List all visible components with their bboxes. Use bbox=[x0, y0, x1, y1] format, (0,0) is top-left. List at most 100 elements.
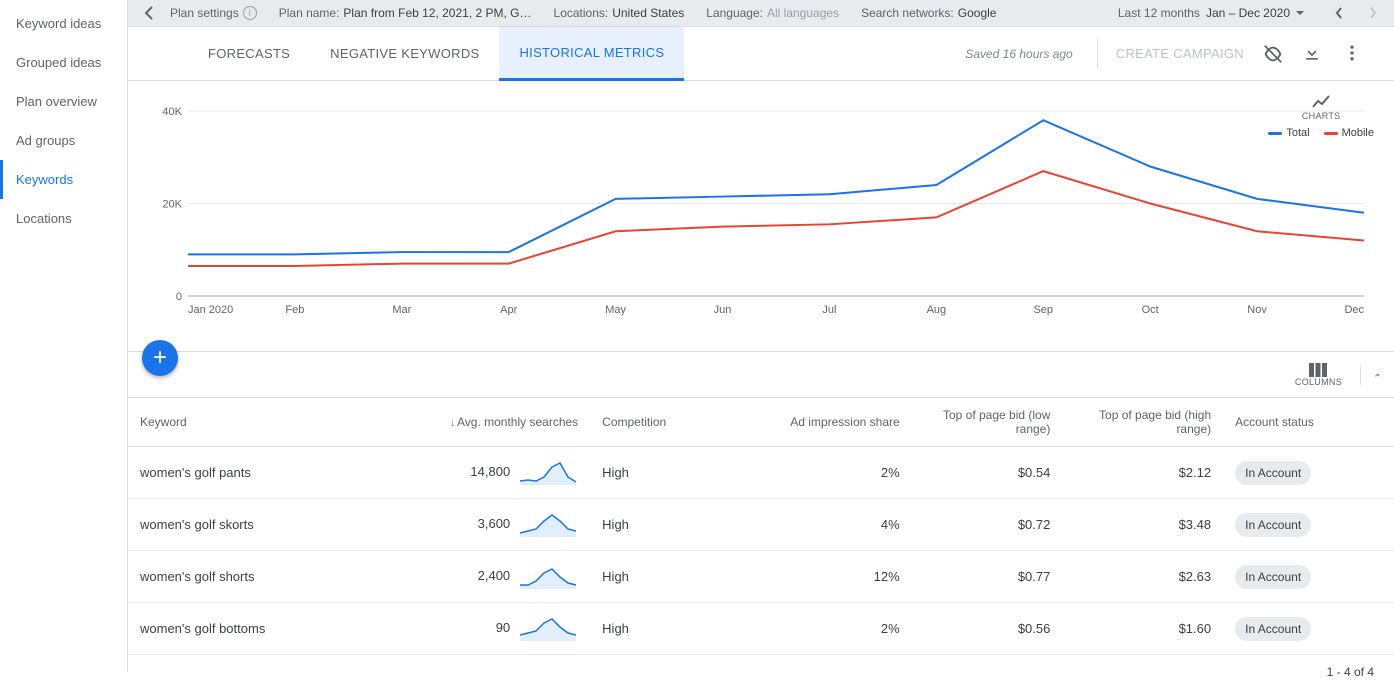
tabs-bar: FORECASTS NEGATIVE KEYWORDS HISTORICAL M… bbox=[128, 27, 1394, 81]
hidden-icon[interactable] bbox=[1262, 43, 1284, 65]
table-row[interactable]: women's golf skorts3,600High4%$0.72$3.48… bbox=[128, 499, 1394, 551]
download-icon[interactable] bbox=[1302, 43, 1324, 65]
date-prev-icon[interactable] bbox=[1326, 0, 1352, 26]
plan-name-value[interactable]: Plan from Feb 12, 2021, 2 PM, G… bbox=[343, 6, 531, 20]
cell-impression: 2% bbox=[741, 603, 912, 655]
language-label: Language: bbox=[706, 6, 763, 20]
cell-searches: 14,800 bbox=[399, 447, 590, 499]
more-icon[interactable] bbox=[1342, 43, 1364, 65]
cell-competition: High bbox=[590, 447, 741, 499]
cell-status: In Account bbox=[1223, 447, 1394, 499]
locations-value[interactable]: United States bbox=[612, 6, 684, 20]
tab-forecasts[interactable]: FORECASTS bbox=[188, 27, 310, 81]
networks-label: Search networks: bbox=[861, 6, 954, 20]
svg-text:Feb: Feb bbox=[285, 304, 304, 316]
keywords-table: Keyword ↓Avg. monthly searches Competiti… bbox=[128, 398, 1394, 655]
cell-impression: 4% bbox=[741, 499, 912, 551]
col-competition[interactable]: Competition bbox=[590, 398, 741, 447]
locations-label: Locations: bbox=[554, 6, 609, 20]
table-pagination: 1 - 4 of 4 bbox=[128, 655, 1394, 689]
status-chip: In Account bbox=[1235, 565, 1311, 589]
sidebar-item-ad-groups[interactable]: Ad groups bbox=[0, 121, 127, 160]
sidebar-item-plan-overview[interactable]: Plan overview bbox=[0, 82, 127, 121]
cell-low-bid: $0.77 bbox=[912, 551, 1063, 603]
cell-status: In Account bbox=[1223, 551, 1394, 603]
cell-high-bid: $1.60 bbox=[1062, 603, 1223, 655]
create-campaign-button: CREATE CAMPAIGN bbox=[1097, 39, 1244, 69]
legend-mobile-swatch bbox=[1324, 132, 1338, 135]
svg-text:Jul: Jul bbox=[822, 304, 836, 316]
main: Plan settings i Plan name: Plan from Feb… bbox=[128, 0, 1394, 672]
add-keyword-button[interactable]: + bbox=[142, 340, 178, 376]
svg-text:Jan 2020: Jan 2020 bbox=[188, 304, 233, 316]
charts-toggle-icon[interactable]: CHARTS bbox=[1268, 95, 1374, 121]
svg-text:Nov: Nov bbox=[1247, 304, 1267, 316]
cell-competition: High bbox=[590, 499, 741, 551]
daterange-dropdown-icon[interactable] bbox=[1296, 11, 1304, 15]
cell-high-bid: $3.48 bbox=[1062, 499, 1223, 551]
networks-value[interactable]: Google bbox=[958, 6, 997, 20]
sparkline bbox=[520, 561, 578, 592]
info-icon[interactable]: i bbox=[243, 6, 257, 20]
svg-text:May: May bbox=[605, 304, 626, 316]
status-chip: In Account bbox=[1235, 513, 1311, 537]
cell-impression: 12% bbox=[741, 551, 912, 603]
expand-table-button[interactable] bbox=[1360, 365, 1380, 385]
cell-searches: 90 bbox=[399, 603, 590, 655]
cell-status: In Account bbox=[1223, 499, 1394, 551]
cell-keyword: women's golf shorts bbox=[128, 551, 399, 603]
sidebar: Keyword ideas Grouped ideas Plan overvie… bbox=[0, 0, 128, 672]
col-searches[interactable]: ↓Avg. monthly searches bbox=[399, 398, 590, 447]
language-value[interactable]: All languages bbox=[767, 6, 839, 20]
cell-competition: High bbox=[590, 603, 741, 655]
plan-name-label: Plan name: bbox=[279, 6, 340, 20]
svg-text:20K: 20K bbox=[162, 199, 182, 211]
sidebar-item-grouped-ideas[interactable]: Grouped ideas bbox=[0, 43, 127, 82]
svg-text:Aug: Aug bbox=[927, 304, 947, 316]
chart-panel: CHARTS Total Mobile 020K40KJan 2020FebMa… bbox=[128, 81, 1394, 352]
col-status[interactable]: Account status bbox=[1223, 398, 1394, 447]
cell-status: In Account bbox=[1223, 603, 1394, 655]
sparkline bbox=[520, 613, 578, 644]
svg-text:Sep: Sep bbox=[1033, 304, 1053, 316]
sparkline bbox=[520, 509, 578, 540]
col-low-bid[interactable]: Top of page bid (low range) bbox=[912, 398, 1063, 447]
daterange-value[interactable]: Jan – Dec 2020 bbox=[1206, 6, 1290, 20]
charts-label: CHARTS bbox=[1302, 111, 1341, 121]
cell-low-bid: $0.56 bbox=[912, 603, 1063, 655]
col-high-bid[interactable]: Top of page bid (high range) bbox=[1062, 398, 1223, 447]
sidebar-item-locations[interactable]: Locations bbox=[0, 199, 127, 238]
table-toolbar: + COLUMNS bbox=[128, 352, 1394, 398]
cell-searches: 3,600 bbox=[399, 499, 590, 551]
cell-impression: 2% bbox=[741, 447, 912, 499]
plan-settings-bar: Plan settings i Plan name: Plan from Feb… bbox=[128, 0, 1394, 27]
saved-status: Saved 16 hours ago bbox=[965, 47, 1072, 61]
tab-historical-metrics[interactable]: HISTORICAL METRICS bbox=[499, 27, 684, 81]
col-impression-share[interactable]: Ad impression share bbox=[741, 398, 912, 447]
chart-legend: Total Mobile bbox=[1268, 127, 1374, 139]
cell-low-bid: $0.54 bbox=[912, 447, 1063, 499]
cell-high-bid: $2.12 bbox=[1062, 447, 1223, 499]
table-row[interactable]: women's golf bottoms90High2%$0.56$1.60In… bbox=[128, 603, 1394, 655]
svg-text:0: 0 bbox=[176, 291, 182, 303]
svg-text:Oct: Oct bbox=[1142, 304, 1159, 316]
cell-low-bid: $0.72 bbox=[912, 499, 1063, 551]
columns-button[interactable]: COLUMNS bbox=[1295, 363, 1342, 387]
legend-total-label: Total bbox=[1286, 127, 1309, 139]
sparkline bbox=[520, 457, 578, 488]
cell-high-bid: $2.63 bbox=[1062, 551, 1223, 603]
table-row[interactable]: women's golf shorts2,400High12%$0.77$2.6… bbox=[128, 551, 1394, 603]
cell-keyword: women's golf bottoms bbox=[128, 603, 399, 655]
sidebar-item-keyword-ideas[interactable]: Keyword ideas bbox=[0, 4, 127, 43]
collapse-icon[interactable] bbox=[136, 0, 162, 26]
svg-text:Jun: Jun bbox=[714, 304, 732, 316]
svg-text:Mar: Mar bbox=[392, 304, 411, 316]
sidebar-item-keywords[interactable]: Keywords bbox=[0, 160, 127, 199]
table-area: + COLUMNS Keyword ↓Avg. monthly searches… bbox=[128, 352, 1394, 689]
sort-desc-icon: ↓ bbox=[450, 418, 455, 429]
cell-keyword: women's golf skorts bbox=[128, 499, 399, 551]
col-keyword[interactable]: Keyword bbox=[128, 398, 399, 447]
trend-chart: 020K40KJan 2020FebMarAprMayJunJulAugSepO… bbox=[148, 101, 1374, 321]
table-row[interactable]: women's golf pants14,800High2%$0.54$2.12… bbox=[128, 447, 1394, 499]
tab-negative-keywords[interactable]: NEGATIVE KEYWORDS bbox=[310, 27, 499, 81]
